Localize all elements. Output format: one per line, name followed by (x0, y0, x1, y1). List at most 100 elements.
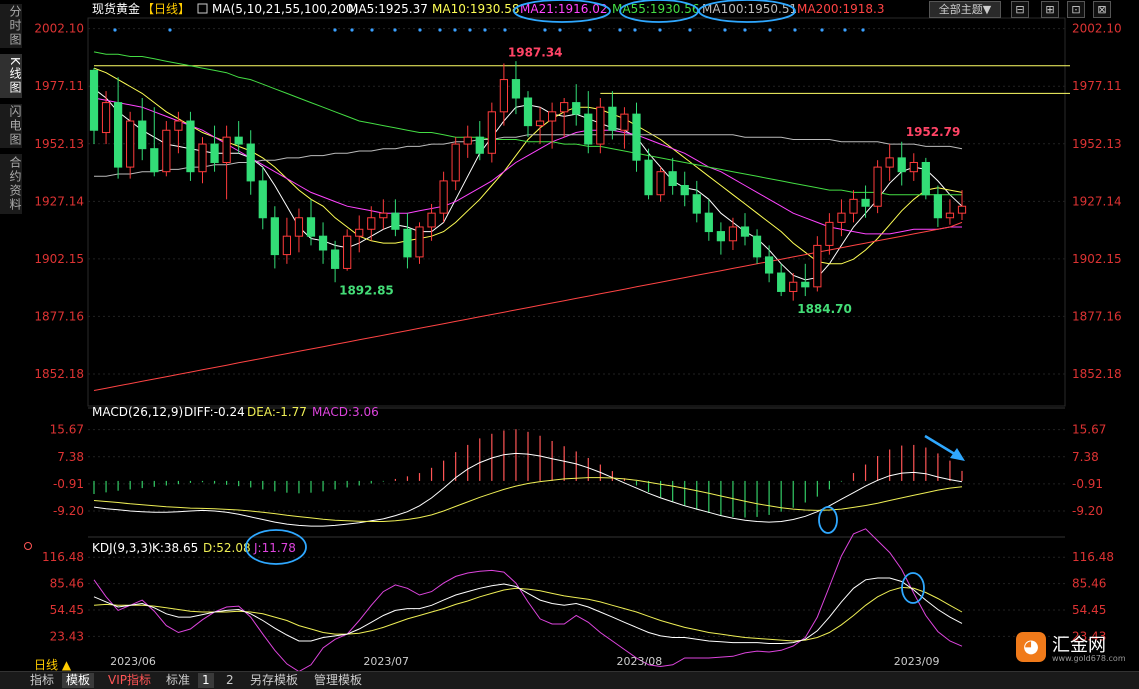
candle-body (608, 106, 617, 131)
chart-canvas: 2002.10 2002.10 1977.11 1977.11 1952.13 1952.… (24, 0, 1122, 673)
kdj-k-value: K:38.65 (152, 541, 198, 555)
theme-dropdown[interactable]: 全部主题▼ (929, 1, 1001, 18)
main-tick-left: 1877.16 (34, 309, 84, 323)
macd-tick-right: -0.91 (1072, 477, 1103, 491)
candle-body (499, 79, 509, 113)
macd-tick-left: -9.20 (53, 504, 84, 518)
candle-body (427, 212, 436, 228)
main-tick-right: 1902.15 (1072, 252, 1122, 266)
signal-dot-icon (483, 28, 487, 32)
candle-body (222, 136, 231, 163)
candle-body (403, 228, 412, 258)
window-button-3[interactable]: ⊡ (1067, 1, 1085, 18)
candle-body (945, 212, 955, 219)
candle-body (186, 120, 195, 173)
candle-body (330, 249, 340, 269)
kdj-k-line (93, 577, 963, 644)
tab-kline[interactable]: K线图 (0, 54, 22, 98)
save-template-button[interactable]: 另存模板 (246, 673, 302, 688)
x-axis-date-label: 2023/06 (110, 655, 156, 668)
tab-layout-2[interactable]: 2 (222, 673, 238, 688)
candle-body (861, 198, 870, 207)
ma-value-label: MA10:1930.58 (432, 2, 520, 16)
signal-dot-icon (768, 28, 772, 32)
candle-body (825, 221, 834, 246)
brand-logo: ◕ 汇金网 www.gold678.com (1016, 628, 1136, 668)
signal-dot-icon (558, 28, 562, 32)
candle-body (89, 69, 99, 131)
candle-body (306, 217, 316, 237)
candle-body (656, 171, 665, 196)
candle-body (318, 235, 328, 251)
candle-body (282, 235, 292, 256)
candle-body (126, 120, 135, 168)
candle-body (644, 159, 653, 196)
logo-mark-icon: ◕ (1016, 632, 1046, 662)
instrument-name: 现货黄金 (92, 1, 140, 16)
candle-body (921, 161, 930, 196)
candle-body (475, 136, 484, 154)
macd-tick-right: 15.67 (1072, 423, 1106, 437)
candle-body (174, 120, 183, 131)
candle-body (246, 143, 255, 182)
candle-body (584, 113, 593, 145)
candle-body (716, 231, 726, 242)
signal-dot-icon (503, 28, 507, 32)
tab-vip-indicator[interactable]: VIP指标 (104, 673, 155, 688)
candle-body (909, 161, 918, 173)
tab-intraday[interactable]: 分时图 (0, 4, 22, 48)
signal-dot-icon (723, 28, 727, 32)
candle-body (764, 256, 774, 274)
signal-dot-icon (843, 28, 847, 32)
main-tick-left: 2002.10 (34, 22, 84, 36)
kdj-name: KDJ(9,3,3) (92, 541, 153, 555)
window-button-1[interactable]: ⊟ (1011, 1, 1029, 18)
candle-body (198, 143, 207, 173)
trend-arrow-line (924, 434, 959, 458)
manage-template-button[interactable]: 管理模板 (310, 673, 366, 688)
kdj-tick-left: 116.48 (42, 550, 84, 564)
candle-body (680, 185, 689, 196)
signal-dot-icon (438, 28, 442, 32)
macd-tick-left: -0.91 (53, 477, 84, 491)
window-button-4[interactable]: ⊠ (1093, 1, 1111, 18)
signal-dot-icon (168, 28, 172, 32)
signal-dot-icon (633, 28, 637, 32)
signal-dot-icon (618, 28, 622, 32)
signal-dot-icon (370, 28, 374, 32)
tab-contract-info[interactable]: 合约资料 (0, 154, 22, 214)
candle-body (704, 212, 713, 233)
signal-dot-icon (658, 28, 662, 32)
kdj-tick-left: 54.45 (50, 603, 84, 617)
candle-body (572, 102, 581, 115)
candle-body (849, 198, 858, 214)
kdj-tick-left: 23.43 (50, 629, 84, 643)
tab-indicator[interactable]: 指标 (26, 673, 58, 688)
tab-layout-1[interactable]: 1 (198, 673, 214, 688)
candle-body (439, 180, 448, 214)
kdj-settings-icon (24, 542, 32, 550)
signal-dot-icon (113, 28, 117, 32)
tab-template[interactable]: 模板 (62, 673, 95, 688)
price-annotation: 1952.79 (906, 125, 961, 139)
candle-body (789, 281, 798, 292)
candle-body (957, 205, 967, 214)
ma-value-label: MA5:1925.37 (348, 2, 428, 16)
window-button-2[interactable]: ⊞ (1041, 1, 1059, 18)
candle-body (873, 166, 882, 207)
macd-tick-left: 15.67 (50, 423, 84, 437)
ma-legend-icon (197, 3, 208, 14)
tab-standard[interactable]: 标准 (162, 673, 194, 688)
macd-dea-value: DEA:-1.77 (247, 405, 307, 419)
candle-body (801, 281, 810, 288)
candle-body (391, 212, 400, 230)
signal-dot-icon (393, 28, 397, 32)
candle-body (933, 194, 943, 219)
tab-lightning[interactable]: 闪电图 (0, 104, 22, 148)
signal-dot-icon (453, 28, 457, 32)
candle-body (535, 120, 545, 127)
trend-arrow-head-icon (950, 448, 965, 461)
candle-body (101, 102, 111, 134)
main-tick-left: 1952.13 (34, 137, 84, 151)
kdj-tick-right: 54.45 (1072, 603, 1106, 617)
